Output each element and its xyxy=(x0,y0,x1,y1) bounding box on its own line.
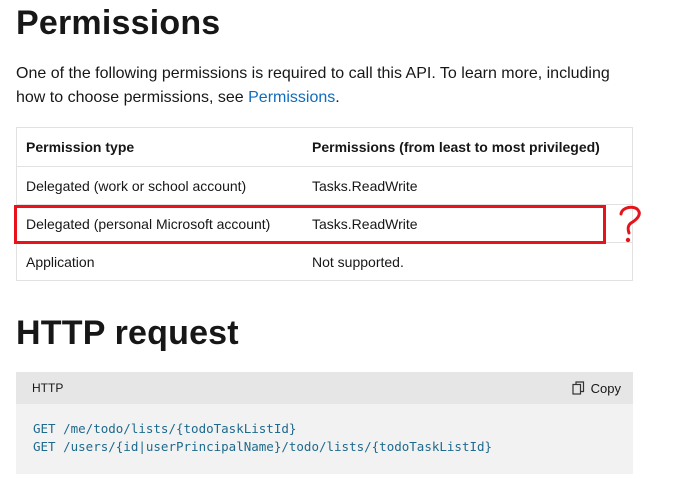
question-mark-annotation-icon xyxy=(619,205,641,243)
intro-end: . xyxy=(335,89,340,106)
table-cell: Tasks.ReadWrite xyxy=(303,204,633,243)
table-header-row: Permission type Permissions (from least … xyxy=(16,127,633,167)
table-cell: Tasks.ReadWrite xyxy=(303,166,633,205)
copy-icon xyxy=(572,381,584,395)
table-cell: Delegated (personal Microsoft account) xyxy=(16,204,303,243)
code-block: HTTP Copy GET /me/todo/lists/{todoTaskLi… xyxy=(16,372,633,474)
docs-page: Permissions One of the following permiss… xyxy=(0,0,684,497)
header-permission-type: Permission type xyxy=(16,127,303,167)
table-cell: Not supported. xyxy=(303,242,633,281)
table-cell: Delegated (work or school account) xyxy=(16,166,303,205)
permissions-intro: One of the following permissions is requ… xyxy=(16,62,636,110)
permissions-link[interactable]: Permissions xyxy=(248,89,335,106)
copy-button[interactable]: Copy xyxy=(572,381,621,396)
permissions-table: Permission type Permissions (from least … xyxy=(16,127,633,281)
code-line: GET /users/{id|userPrincipalName}/todo/l… xyxy=(33,439,493,454)
table-row: Delegated (work or school account) Tasks… xyxy=(16,166,633,205)
code-line: GET /me/todo/lists/{todoTaskListId} xyxy=(33,421,297,436)
code-block-header: HTTP Copy xyxy=(16,372,633,404)
header-permissions: Permissions (from least to most privileg… xyxy=(303,127,633,167)
permissions-heading: Permissions xyxy=(16,4,221,42)
table-cell: Application xyxy=(16,242,303,281)
copy-label: Copy xyxy=(590,380,621,396)
code-language-label: HTTP xyxy=(32,381,64,395)
table-row: Delegated (personal Microsoft account) T… xyxy=(16,204,633,243)
table-row: Application Not supported. xyxy=(16,242,633,281)
code-body: GET /me/todo/lists/{todoTaskListId} GET /… xyxy=(16,404,633,456)
http-request-heading: HTTP request xyxy=(16,314,239,352)
